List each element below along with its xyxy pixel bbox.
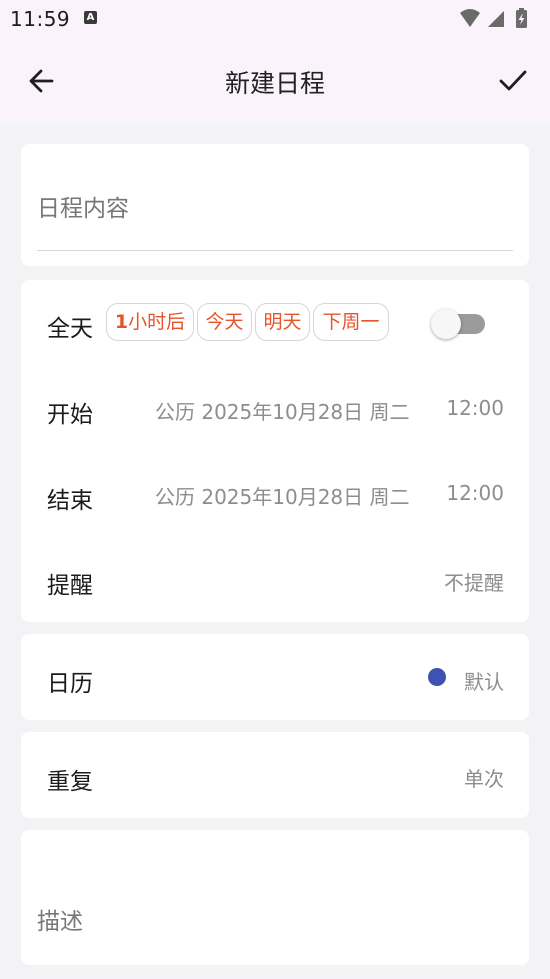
calendar-label: 日历: [47, 671, 93, 697]
page-title: 新建日程: [224, 69, 325, 98]
chip-tomorrow[interactable]: 明天: [255, 303, 310, 341]
reminder-value[interactable]: 不提醒: [444, 567, 504, 596]
status-bar: 11:59 A: [0, 0, 550, 38]
start-date[interactable]: 公历 2025年10月28日 周二: [155, 396, 410, 425]
content-card: [21, 144, 529, 266]
status-time: 11:59: [10, 7, 71, 31]
start-time[interactable]: 12:00: [446, 396, 504, 420]
time-card: 全天 1小时后 今天 明天 下周一 开始 公历 2025年10月28日 周二 1…: [21, 280, 529, 622]
description-card: [21, 830, 529, 965]
description-input[interactable]: [37, 900, 513, 944]
end-date[interactable]: 公历 2025年10月28日 周二: [155, 481, 410, 510]
all-day-label: 全天: [47, 316, 93, 342]
repeat-card[interactable]: 重复 单次: [21, 732, 529, 818]
notification-a-icon: A: [84, 11, 97, 24]
calendar-value[interactable]: 默认: [464, 666, 504, 695]
end-label: 结束: [47, 488, 93, 514]
repeat-value[interactable]: 单次: [464, 763, 504, 792]
chip-today[interactable]: 今天: [197, 303, 252, 341]
check-icon[interactable]: [492, 60, 534, 102]
all-day-toggle[interactable]: [431, 309, 486, 339]
repeat-label: 重复: [47, 769, 93, 795]
status-icons: [460, 8, 527, 28]
battery-charging-icon: [516, 8, 527, 28]
wifi-icon: [460, 9, 480, 27]
chip-one-hour-later[interactable]: 1小时后: [106, 303, 194, 341]
toggle-thumb: [431, 309, 461, 339]
app-bar: 新建日程: [0, 38, 550, 124]
calendar-card[interactable]: 日历 默认: [21, 634, 529, 720]
calendar-color-dot: [428, 668, 446, 686]
content-input[interactable]: [37, 184, 513, 234]
content-underline: [37, 250, 513, 251]
start-label: 开始: [47, 402, 93, 428]
chip-next-monday[interactable]: 下周一: [313, 303, 389, 341]
reminder-label: 提醒: [47, 573, 93, 599]
end-time[interactable]: 12:00: [446, 481, 504, 505]
top-bar: 11:59 A 新建日程: [0, 0, 550, 124]
signal-icon: [488, 11, 504, 27]
